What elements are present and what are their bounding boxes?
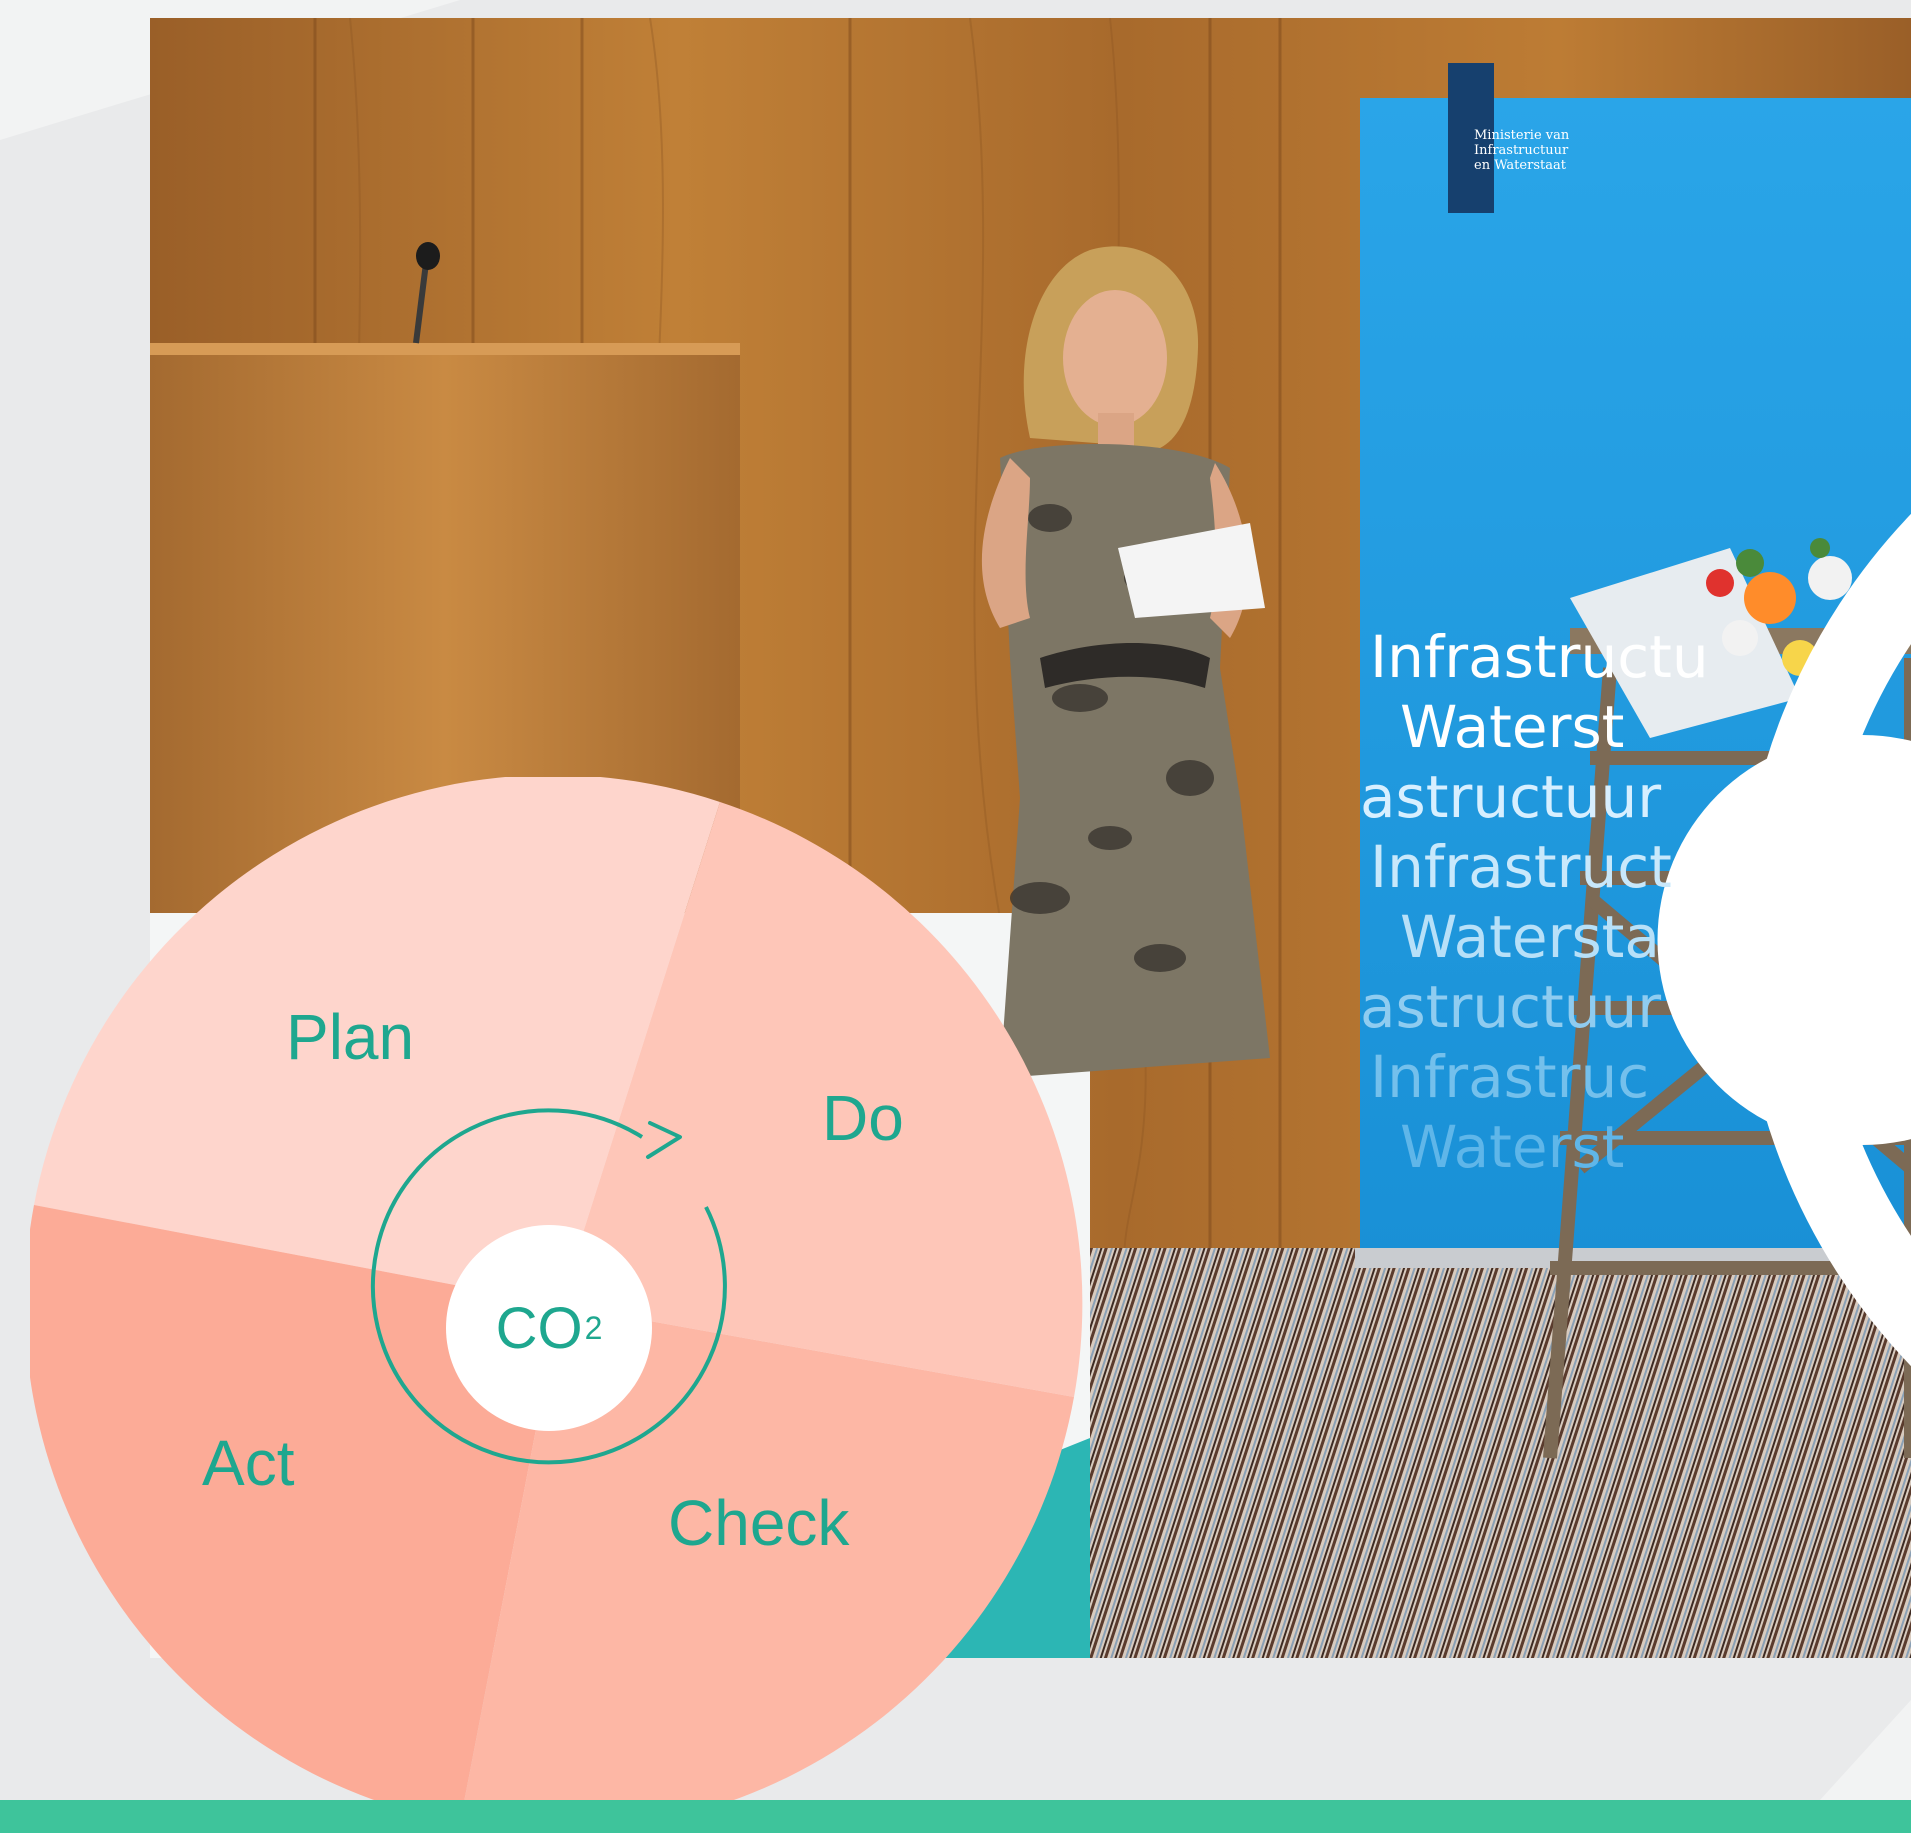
- ministry-logo: Ministerie van Infrastructuur en Waterst…: [1448, 63, 1911, 1366]
- plan-label: Plan: [286, 1001, 415, 1073]
- logo-line-2: en Waterstaat: [1474, 157, 1566, 173]
- act-label: Act: [202, 1427, 295, 1499]
- banner-line: Watersta: [1400, 903, 1660, 971]
- co2-main: CO: [495, 1295, 583, 1361]
- do-label: Do: [822, 1082, 904, 1154]
- logo-line-1: Ministerie van Infrastructuur: [1474, 127, 1570, 158]
- bottom-accent-bar: [0, 1800, 1911, 1833]
- banner-text-block: Infrastructu Waterst astructuur Infrastr…: [1360, 622, 1911, 1182]
- banner-line: Infrastruct: [1370, 833, 1672, 901]
- check-label: Check: [668, 1487, 850, 1559]
- co2-center-label: CO 2: [446, 1225, 652, 1431]
- co2-subscript: 2: [584, 1309, 603, 1346]
- banner-line: Infrastructu: [1370, 623, 1709, 691]
- pdca-cycle-diagram: Plan Do Act Check CO 2: [30, 777, 1090, 1833]
- banner-line: Waterst: [1400, 1113, 1625, 1181]
- banner-line: Waterst: [1400, 693, 1625, 761]
- banner-line: astructuur: [1360, 763, 1662, 831]
- banner-line: Infrastruc: [1370, 1043, 1650, 1111]
- banner-line: astructuur: [1360, 973, 1662, 1041]
